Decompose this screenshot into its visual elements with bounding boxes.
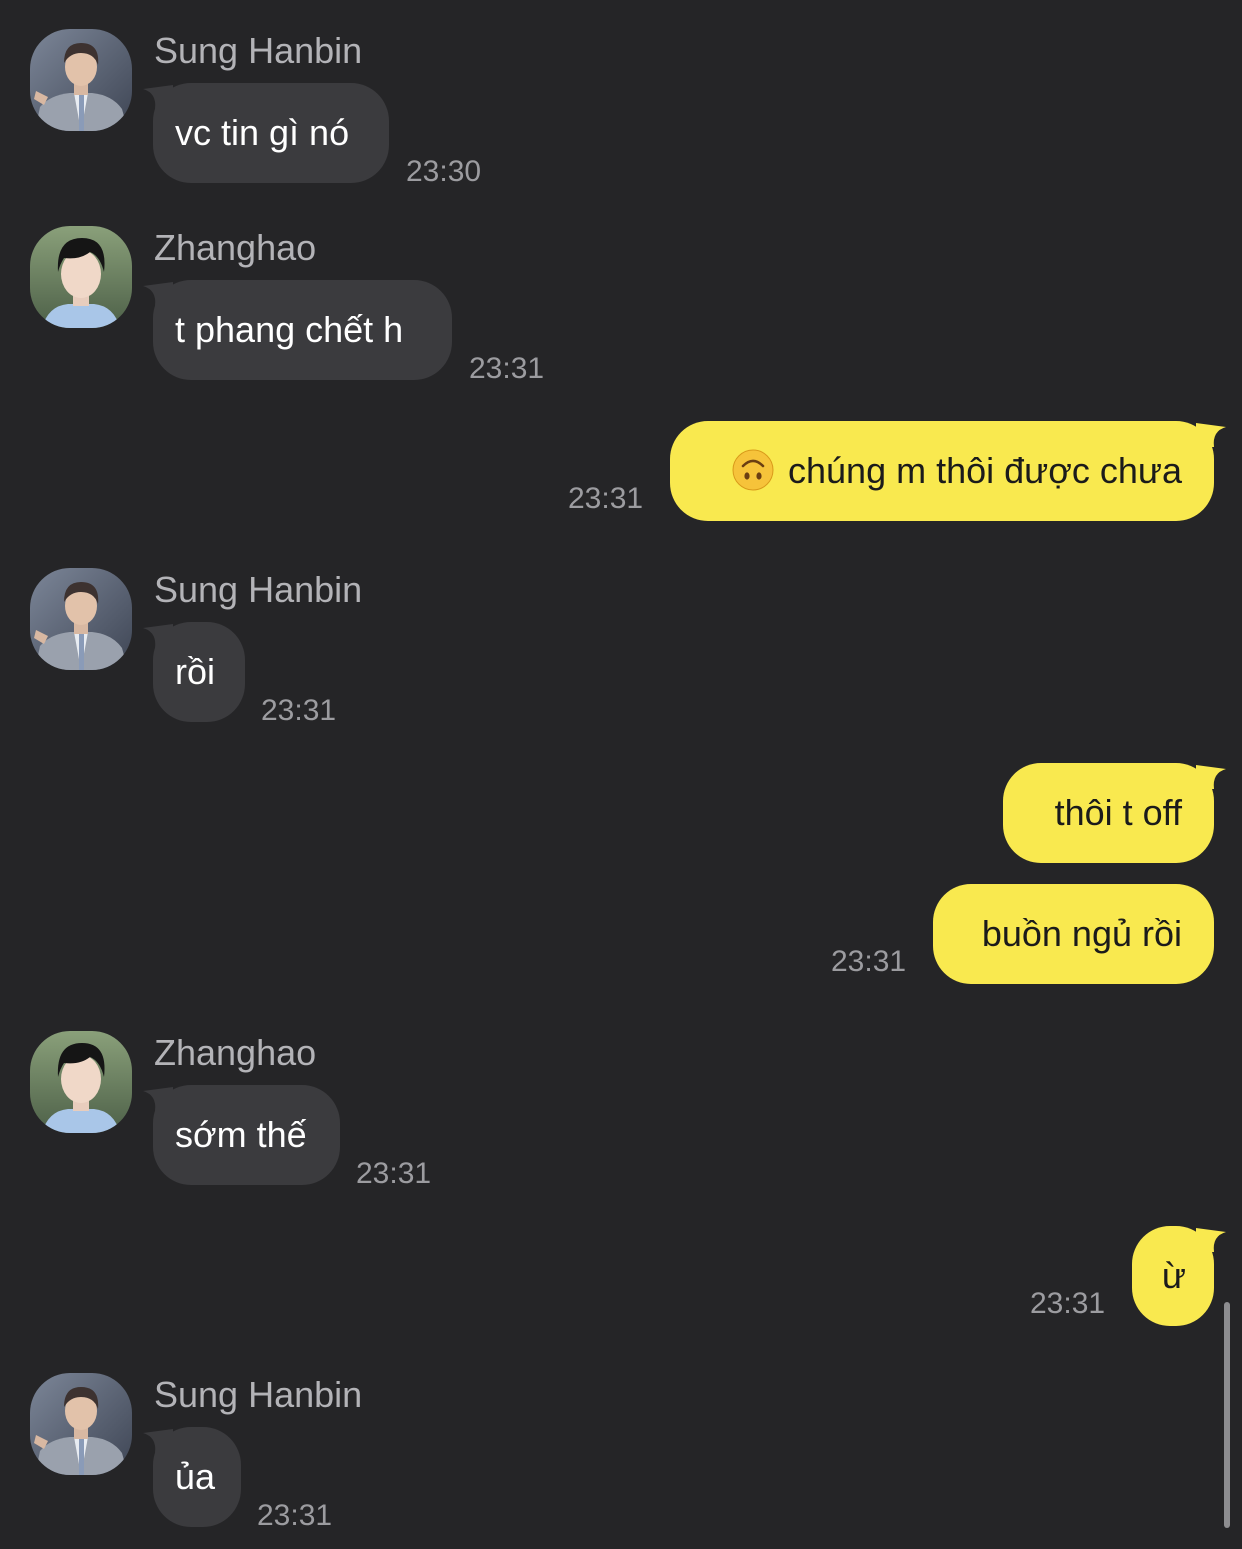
message-bubble[interactable]: sớm thế: [143, 1085, 340, 1185]
message-bubble[interactable]: ừ: [1132, 1226, 1226, 1326]
message-timestamp: 23:31: [1030, 1287, 1106, 1320]
sender-name: Sung Hanbin: [154, 569, 363, 610]
sender-avatar[interactable]: [30, 1031, 132, 1133]
message-bubble[interactable]: rồi: [143, 622, 245, 722]
sender-name: Zhanghao: [154, 1032, 317, 1073]
message-bubble[interactable]: buồn ngủ rồi: [933, 884, 1214, 984]
bubble-tail: [143, 1087, 173, 1111]
bubble-tail: [143, 282, 173, 306]
bubble-tail: [143, 624, 173, 648]
message-timestamp: 23:31: [257, 1499, 333, 1532]
bubble-tail: [143, 1429, 173, 1453]
message-text: rồi: [175, 651, 216, 692]
sender-name: Zhanghao: [154, 227, 317, 268]
message-timestamp: 23:31: [831, 945, 907, 978]
sender-name: Sung Hanbin: [154, 30, 363, 71]
message-text: vc tin gì nó: [175, 112, 350, 153]
person-avatar-icon: [30, 1373, 132, 1475]
message-bubble[interactable]: chúng m thôi được chưa: [670, 421, 1226, 521]
message-text: sớm thế: [175, 1114, 307, 1155]
person-avatar-icon: [30, 1031, 132, 1133]
person-avatar-icon: [30, 226, 132, 328]
message-bubble[interactable]: t phang chết h: [143, 280, 452, 380]
message-timestamp: 23:31: [356, 1157, 432, 1190]
sender-avatar[interactable]: [30, 568, 132, 670]
bubble-tail: [1196, 765, 1226, 789]
message-bubble[interactable]: vc tin gì nó: [143, 83, 389, 183]
message-text: thôi t off: [1054, 792, 1182, 833]
message-timestamp: 23:30: [406, 155, 482, 188]
message-timestamp: 23:31: [469, 352, 545, 385]
sender-avatar[interactable]: [30, 1373, 132, 1475]
sender-avatar[interactable]: [30, 226, 132, 328]
upside-down-face-emoji-icon: [732, 449, 774, 491]
message-timestamp: 23:31: [261, 694, 337, 727]
message-timestamp: 23:31: [568, 482, 644, 515]
message-text: ừ: [1161, 1255, 1186, 1296]
sender-name: Sung Hanbin: [154, 1374, 363, 1415]
bubble-tail: [1196, 1228, 1226, 1252]
message-bubble[interactable]: thôi t off: [1003, 763, 1226, 863]
chat-message-list[interactable]: Sung Hanbin vc tin gì nó 23:30 Zhanghao …: [0, 0, 1242, 1549]
person-avatar-icon: [30, 29, 132, 131]
message-bubble[interactable]: ủa: [143, 1427, 241, 1527]
bubble-tail: [143, 85, 173, 109]
vertical-scrollbar[interactable]: [1224, 1302, 1230, 1528]
sender-avatar[interactable]: [30, 29, 132, 131]
bubble-tail: [1196, 423, 1226, 447]
message-text: t phang chết h: [175, 309, 404, 350]
person-avatar-icon: [30, 568, 132, 670]
message-text: ủa: [175, 1456, 216, 1497]
message-text: chúng m thôi được chưa: [788, 450, 1182, 491]
message-text: buồn ngủ rồi: [981, 913, 1182, 954]
